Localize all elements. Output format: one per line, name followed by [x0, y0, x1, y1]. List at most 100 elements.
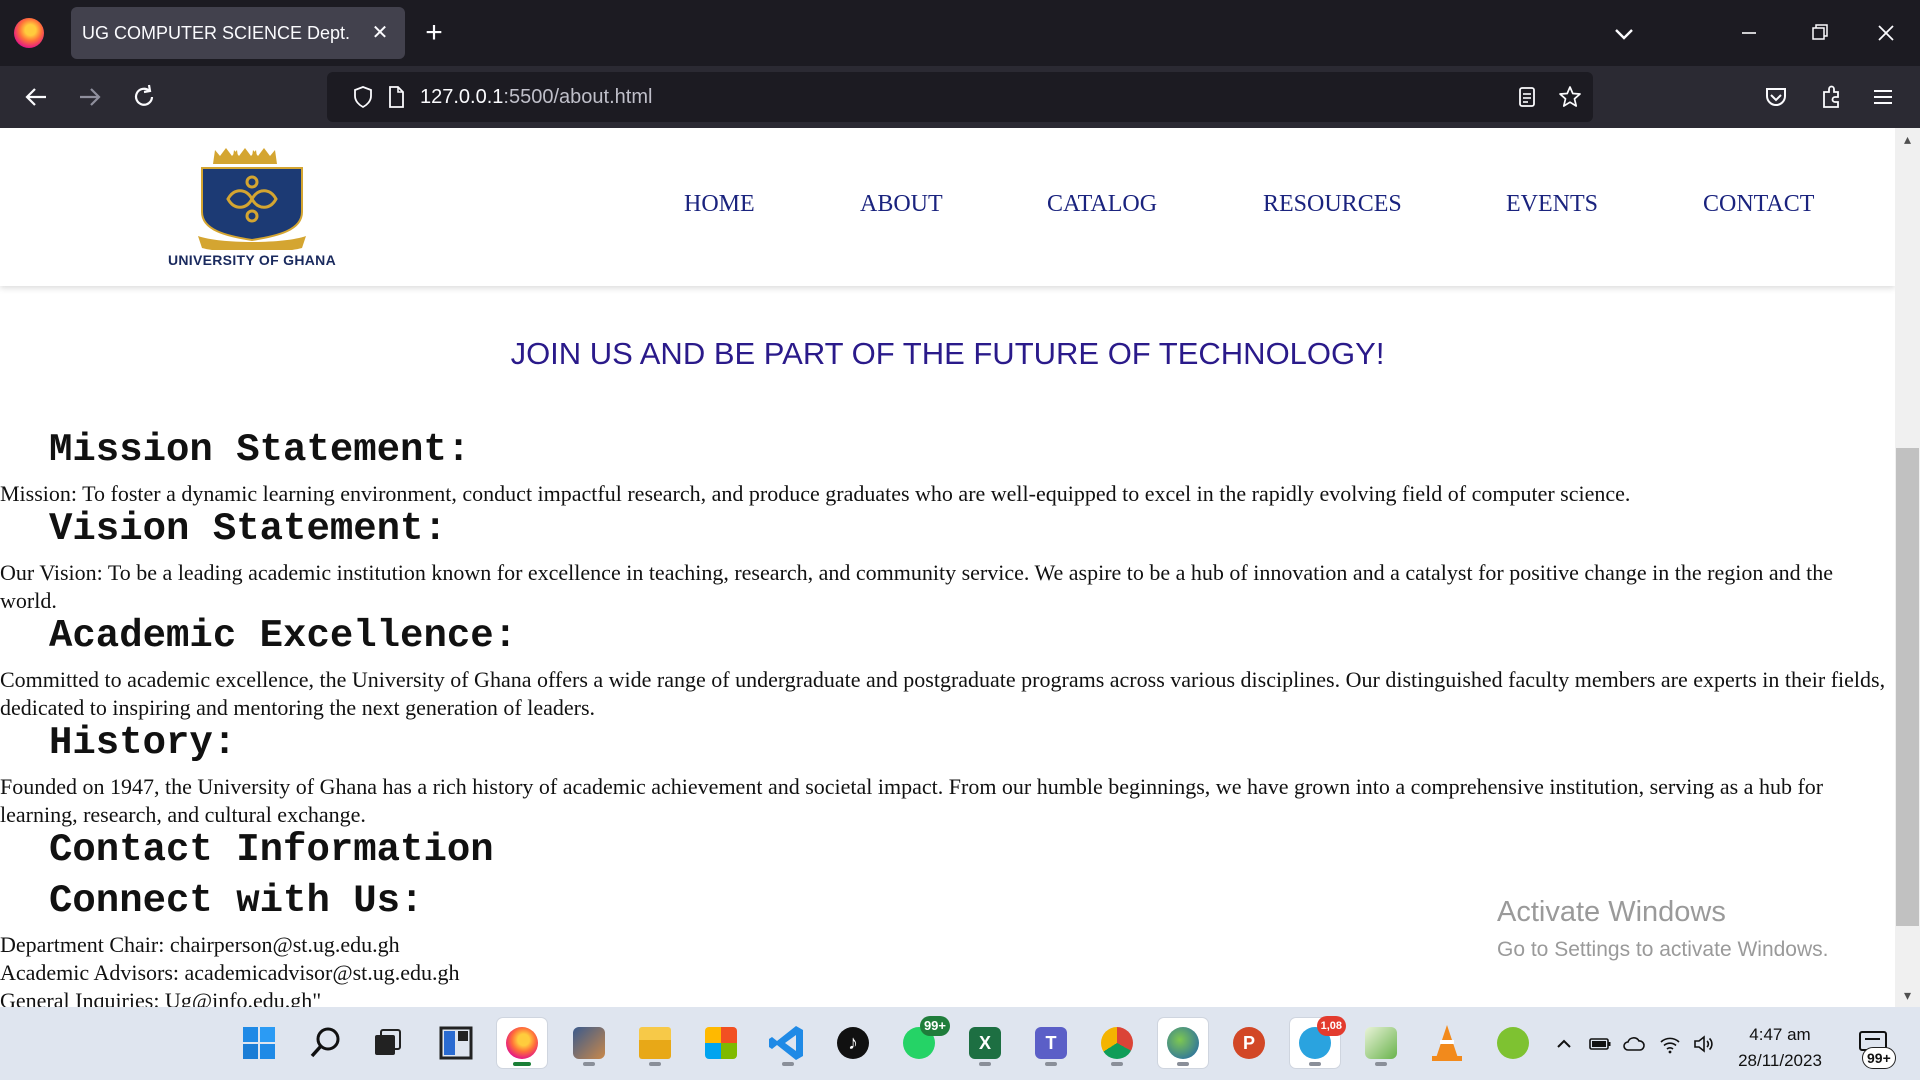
onedrive-cloud-icon[interactable]: [1622, 1032, 1646, 1056]
browser-tab-bar: UG COMPUTER SCIENCE Dept. ✕ +: [0, 0, 1920, 66]
taskbar-photos[interactable]: [564, 1018, 614, 1068]
tab-close-icon[interactable]: ✕: [365, 18, 395, 48]
paint-icon: [1365, 1027, 1397, 1059]
vision-text: Our Vision: To be a leading academic ins…: [0, 560, 1834, 613]
tab-list-chevron-down-icon[interactable]: [1608, 20, 1640, 48]
address-bar[interactable]: 127.0.0.1:5500/about.html: [327, 72, 1593, 122]
taskbar-android-app[interactable]: [1488, 1018, 1538, 1068]
page-tagline: JOIN US AND BE PART OF THE FUTURE OF TEC…: [510, 336, 1385, 371]
site-header: UNIVERSITY OF GHANA HOME ABOUT CATALOG R…: [0, 128, 1895, 286]
nav-about-link[interactable]: ABOUT: [860, 191, 943, 218]
taskbar-file-explorer[interactable]: [630, 1018, 680, 1068]
pocket-icon[interactable]: [1759, 80, 1793, 114]
taskbar-chrome[interactable]: [1092, 1018, 1142, 1068]
photos-icon: [573, 1027, 605, 1059]
taskbar-firefox[interactable]: [497, 1018, 547, 1068]
taskbar-clock[interactable]: 4:47 am 28/11/2023: [1725, 1022, 1835, 1074]
new-tab-plus-icon[interactable]: +: [418, 18, 450, 50]
clock-time: 4:47 am: [1749, 1025, 1811, 1044]
telegram-badge: 1,08: [1316, 1016, 1346, 1036]
powerpoint-icon: P: [1233, 1027, 1265, 1059]
minimize-icon[interactable]: [1728, 16, 1768, 50]
reader-view-icon[interactable]: [1514, 84, 1540, 110]
hamburger-menu-icon[interactable]: [1866, 80, 1900, 114]
extensions-puzzle-icon[interactable]: [1814, 80, 1848, 114]
page-info-icon[interactable]: [383, 84, 409, 110]
clock-date: 28/11/2023: [1738, 1051, 1822, 1070]
running-indicator: [1177, 1062, 1189, 1066]
taskbar-vlc[interactable]: [1422, 1018, 1472, 1068]
taskbar-telegram[interactable]: 1,08: [1290, 1016, 1346, 1068]
task-view-button[interactable]: [362, 1018, 412, 1068]
task-view-icon: [375, 1029, 401, 1055]
bookmark-star-icon[interactable]: [1557, 84, 1583, 110]
activate-windows-title: Activate Windows: [1497, 896, 1726, 928]
windows-taskbar: ♪ 99+ X T P 1,08 4:47 am 28/11/2023 99+: [0, 1007, 1920, 1080]
taskbar-paint[interactable]: [1356, 1018, 1406, 1068]
widgets-button[interactable]: [431, 1018, 481, 1068]
globe-icon: [1167, 1027, 1199, 1059]
windows-logo-icon: [243, 1027, 275, 1059]
whatsapp-badge: 99+: [919, 1016, 950, 1036]
volume-speaker-icon[interactable]: [1692, 1032, 1716, 1056]
window-close-icon[interactable]: [1866, 16, 1906, 50]
restore-icon[interactable]: [1798, 16, 1838, 50]
firefox-logo-icon[interactable]: [14, 18, 44, 48]
tab-title: UG COMPUTER SCIENCE Dept.: [82, 23, 351, 43]
nav-catalog-link[interactable]: CATALOG: [1047, 191, 1157, 218]
browser-toolbar: 127.0.0.1:5500/about.html: [0, 66, 1920, 128]
taskbar-store[interactable]: [696, 1018, 746, 1068]
scroll-down-arrow-icon[interactable]: ▾: [1901, 988, 1914, 1002]
history-text: Founded on 1947, the University of Ghana…: [0, 774, 1824, 827]
taskbar-tiktok[interactable]: ♪: [828, 1018, 878, 1068]
folder-icon: [639, 1027, 671, 1059]
vlc-cone-icon: [1432, 1025, 1462, 1061]
tiktok-icon: ♪: [837, 1027, 869, 1059]
taskbar-powerpoint[interactable]: P: [1224, 1018, 1274, 1068]
nav-resources-link[interactable]: RESOURCES: [1263, 191, 1402, 218]
nav-events-link[interactable]: EVENTS: [1506, 191, 1598, 218]
contact-line-general: General Inquiries: Ug@info.edu.gh": [0, 988, 322, 1007]
widgets-icon: [439, 1026, 473, 1060]
reload-icon[interactable]: [127, 80, 161, 114]
taskbar-whatsapp[interactable]: 99+: [894, 1016, 950, 1068]
forward-arrow-icon[interactable]: [73, 80, 107, 114]
contact-line-advisors: Academic Advisors: academicadvisor@st.ug…: [0, 960, 460, 985]
teams-icon: T: [1035, 1027, 1067, 1059]
nav-contact-link[interactable]: CONTACT: [1703, 191, 1814, 218]
university-crest-icon: [198, 148, 306, 253]
taskbar-vscode[interactable]: [763, 1018, 813, 1068]
contact-heading: Contact Information: [49, 828, 494, 872]
microsoft-store-icon: [705, 1027, 737, 1059]
running-indicator: [649, 1062, 661, 1066]
running-indicator: [979, 1062, 991, 1066]
wifi-icon[interactable]: [1658, 1032, 1682, 1056]
university-logo[interactable]: UNIVERSITY OF GHANA: [150, 144, 354, 270]
mission-heading: Mission Statement:: [49, 428, 471, 472]
page-scrollbar[interactable]: ▴ ▾: [1895, 128, 1920, 1007]
vision-heading: Vision Statement:: [49, 507, 447, 551]
taskbar-network-app[interactable]: [1158, 1018, 1208, 1068]
search-button[interactable]: [300, 1018, 350, 1068]
taskbar-teams[interactable]: T: [1026, 1018, 1076, 1068]
nav-home-link[interactable]: HOME: [684, 191, 755, 218]
academic-heading: Academic Excellence:: [49, 614, 518, 658]
back-arrow-icon[interactable]: [19, 80, 53, 114]
notification-count-badge: 99+: [1862, 1047, 1896, 1069]
url-host: 127.0.0.1: [420, 86, 504, 108]
tray-chevron-up-icon[interactable]: [1552, 1032, 1576, 1056]
android-icon: [1497, 1027, 1529, 1059]
connect-heading: Connect with Us:: [49, 879, 424, 923]
scrollbar-thumb[interactable]: [1896, 448, 1919, 926]
tracking-shield-icon[interactable]: [350, 84, 376, 110]
start-button[interactable]: [234, 1018, 284, 1068]
running-indicator: [1111, 1062, 1123, 1066]
running-indicator: [513, 1062, 531, 1066]
scroll-up-arrow-icon[interactable]: ▴: [1901, 132, 1914, 146]
logo-text: UNIVERSITY OF GHANA: [167, 252, 336, 268]
chrome-icon: [1101, 1027, 1133, 1059]
battery-icon[interactable]: [1588, 1032, 1612, 1056]
taskbar-excel[interactable]: X: [960, 1018, 1010, 1068]
browser-tab-active[interactable]: UG COMPUTER SCIENCE Dept. ✕: [71, 7, 405, 59]
running-indicator: [1375, 1062, 1387, 1066]
